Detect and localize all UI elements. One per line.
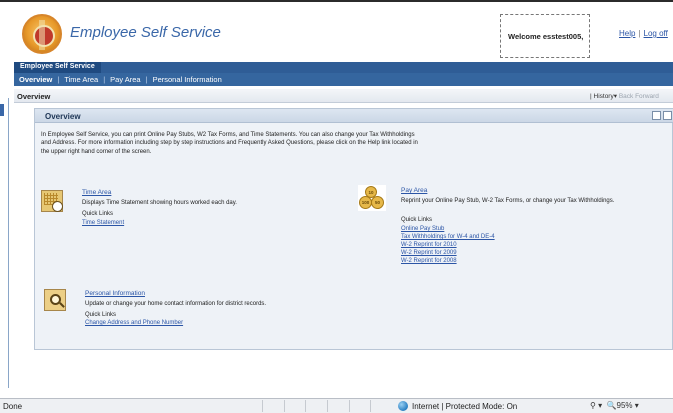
forward-button[interactable]: Forward	[635, 93, 659, 100]
coin-icon: 50	[371, 196, 384, 209]
change-address-phone-link[interactable]: Change Address and Phone Number	[85, 320, 183, 326]
personal-information-description: Update or change your home contact infor…	[85, 301, 267, 307]
w2-reprint-2008-link[interactable]: W-2 Reprint for 2008	[401, 258, 457, 264]
breadcrumb: Overview	[17, 92, 51, 101]
pay-area-coins-icon[interactable]: 100 50 10	[358, 185, 386, 211]
protected-mode-icon[interactable]: ⚲ ▾	[590, 401, 602, 410]
panel-title: Overview	[45, 112, 81, 121]
panel-header: Overview	[35, 109, 673, 123]
zoom-icon: 🔍	[606, 401, 617, 410]
tab-personal-information[interactable]: Personal Information	[148, 75, 227, 84]
panel-options-icon[interactable]	[663, 111, 672, 120]
pay-quick-links-label: Quick Links	[401, 217, 433, 223]
tab-time-area[interactable]: Time Area	[59, 75, 103, 84]
time-area-description: Displays Time Statement showing hours wo…	[82, 200, 237, 206]
back-button[interactable]: Back	[619, 93, 633, 100]
security-zone-label: Internet | Protected Mode: On	[412, 401, 518, 411]
top-navigation: Employee Self Service Overview | Time Ar…	[14, 62, 673, 86]
panel-menu-icon[interactable]	[652, 111, 661, 120]
coin-icon: 10	[365, 186, 377, 198]
panel-tools	[652, 111, 672, 120]
online-pay-stub-link[interactable]: Online Pay Stub	[401, 226, 444, 232]
personal-quick-links-label: Quick Links	[85, 312, 117, 318]
time-area-calendar-clock-icon[interactable]	[41, 190, 63, 212]
pay-area-link[interactable]: Pay Area	[401, 187, 427, 194]
browser-page: Employee Self Service Welcome esstest005…	[0, 0, 673, 413]
zoom-control[interactable]: ⚲ ▾ 🔍95% ▾	[590, 401, 639, 410]
history-controls: | History▾ Back Forward	[590, 92, 659, 100]
district-seal-logo	[22, 14, 62, 54]
security-zone[interactable]: Internet | Protected Mode: On	[398, 401, 517, 411]
left-accent-bar	[0, 104, 4, 116]
header: Employee Self Service Welcome esstest005…	[0, 0, 673, 62]
intro-text: In Employee Self Service, you can print …	[41, 132, 418, 155]
browser-status-bar: Done Internet | Protected Mode: On ⚲ ▾ 🔍…	[0, 398, 673, 413]
time-quick-links-label: Quick Links	[82, 211, 114, 217]
personal-information-link[interactable]: Personal Information	[85, 290, 145, 297]
status-cells	[262, 400, 392, 412]
zoom-dropdown-icon[interactable]: ▾	[635, 401, 639, 410]
status-text: Done	[3, 402, 23, 411]
globe-icon	[398, 401, 408, 411]
breadcrumb-bar: Overview | History▾ Back Forward	[14, 89, 673, 103]
logoff-link[interactable]: Log off	[644, 29, 668, 38]
header-link-separator: |	[638, 29, 641, 38]
help-link[interactable]: Help	[619, 29, 635, 38]
tax-withholdings-link[interactable]: Tax Withholdings for W-4 and DE-4	[401, 234, 495, 240]
zoom-level: 95%	[616, 401, 633, 410]
nav-level1: Employee Self Service	[14, 62, 673, 73]
time-area-link[interactable]: Time Area	[82, 189, 111, 196]
pay-area-description: Reprint your Online Pay Stub, W-2 Tax Fo…	[401, 198, 615, 204]
overview-panel: Overview In Employee Self Service, you c…	[34, 108, 673, 350]
w2-reprint-2009-link[interactable]: W-2 Reprint for 2009	[401, 250, 457, 256]
time-statement-link[interactable]: Time Statement	[82, 220, 124, 226]
nav-level1-tab[interactable]: Employee Self Service	[14, 62, 101, 73]
app-title: Employee Self Service	[70, 24, 221, 41]
magnifier-handle	[59, 302, 65, 308]
left-divider	[8, 98, 9, 388]
header-links: Help | Log off	[619, 29, 668, 38]
clock-icon	[52, 201, 63, 212]
w2-reprint-2010-link[interactable]: W-2 Reprint for 2010	[401, 242, 457, 248]
history-button[interactable]: History	[594, 93, 614, 100]
personal-info-magnifier-icon[interactable]	[44, 289, 66, 311]
welcome-message: Welcome esstest005,	[500, 14, 590, 58]
tab-overview[interactable]: Overview	[14, 75, 57, 84]
nav-tabs: Overview | Time Area | Pay Area | Person…	[14, 73, 673, 86]
tab-pay-area[interactable]: Pay Area	[105, 75, 145, 84]
